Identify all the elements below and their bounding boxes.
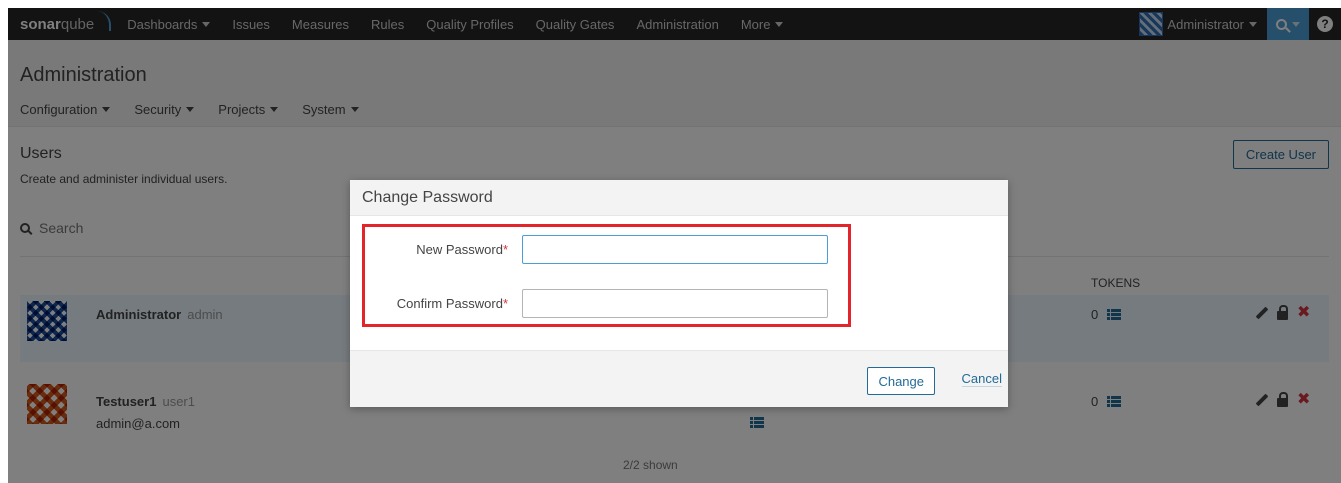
new-password-input[interactable] <box>522 235 828 264</box>
confirm-password-label: Confirm Password* <box>397 296 508 311</box>
modal-footer: Change Cancel <box>350 350 1008 407</box>
new-password-label: New Password* <box>416 242 508 257</box>
confirm-password-input[interactable] <box>522 289 828 318</box>
new-password-label-text: New Password <box>416 242 503 257</box>
modal-body: New Password* Confirm Password* <box>350 216 1008 349</box>
change-button[interactable]: Change <box>867 367 935 395</box>
modal-title: Change Password <box>350 180 1008 216</box>
required-mark: * <box>502 242 508 257</box>
cancel-button[interactable]: Cancel <box>961 371 1002 387</box>
required-mark: * <box>502 296 508 311</box>
change-password-modal: Change Password New Password* Confirm Pa… <box>350 180 1008 407</box>
confirm-password-label-text: Confirm Password <box>396 296 503 311</box>
